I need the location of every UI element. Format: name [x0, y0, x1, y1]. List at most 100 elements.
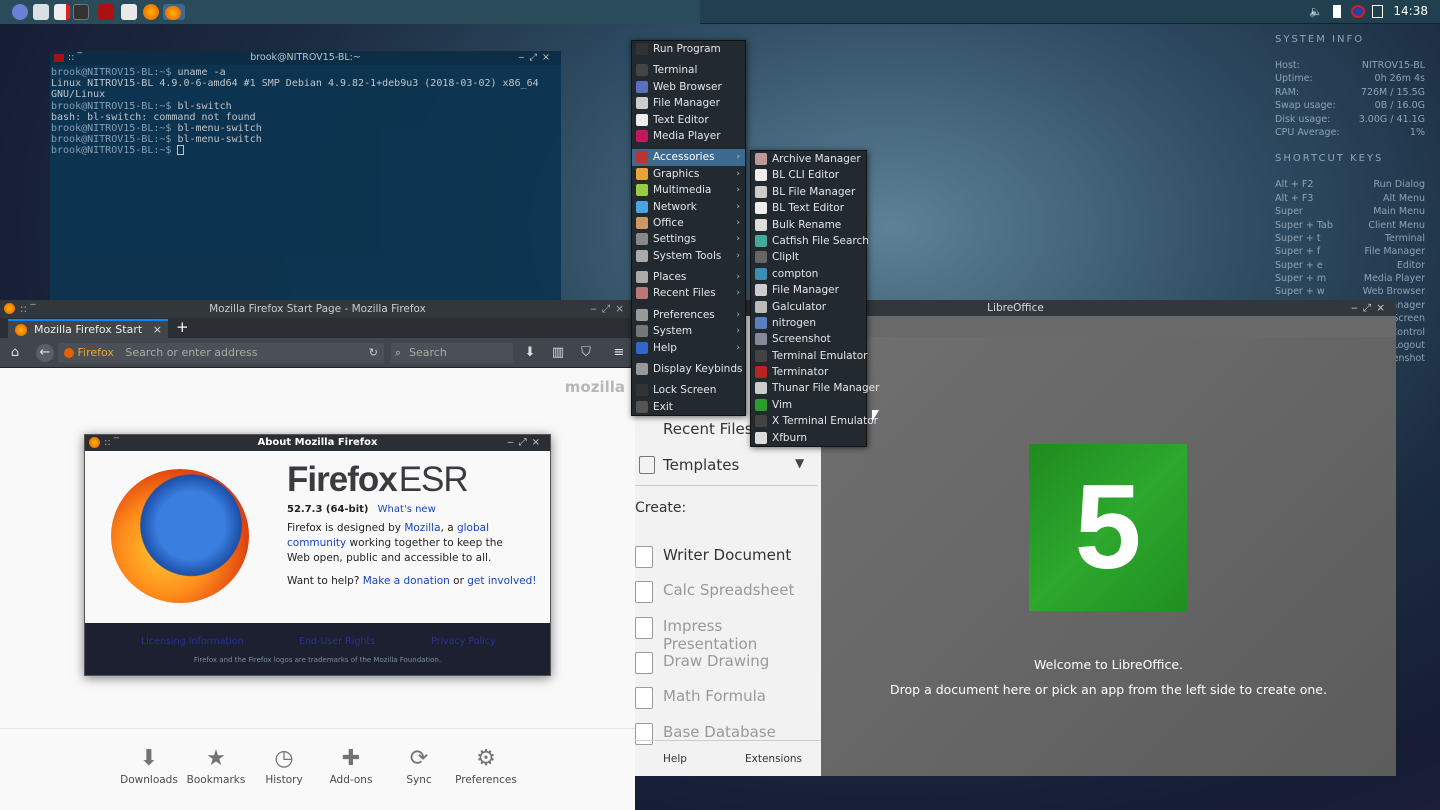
terminal-launcher-icon[interactable] — [73, 4, 89, 20]
accessories-item-bl-file-manager[interactable]: BL File Manager — [751, 184, 866, 200]
window-controls-icon[interactable]: ‒⤢× — [507, 435, 545, 451]
create-impress-presentation-button[interactable]: Impress Presentation — [663, 617, 821, 653]
accessories-item-thunar-file-manager[interactable]: Thunar File Manager — [751, 380, 879, 396]
menu-launcher-icon[interactable] — [12, 4, 28, 20]
url-bar[interactable]: Firefox Search or enter address ↻ — [58, 343, 384, 363]
accessories-item-screenshot[interactable]: Screenshot — [751, 331, 866, 347]
bottom-sync-button[interactable]: ⟳ Sync — [386, 744, 452, 786]
accessories-item-bulk-rename[interactable]: Bulk Rename — [751, 217, 866, 233]
extensions-button[interactable]: Extensions — [745, 753, 802, 765]
accessories-item-bl-cli-editor[interactable]: BL CLI Editor — [751, 167, 866, 183]
menu-item-web-browser[interactable]: Web Browser — [632, 79, 745, 95]
recent-files-button[interactable]: Recent Files — [663, 420, 753, 438]
create-writer-document-button[interactable]: Writer Document — [663, 546, 791, 564]
pocket-icon[interactable]: ⛉ — [579, 346, 593, 360]
accessories-item-x-terminal-emulator[interactable]: X Terminal Emulator — [751, 413, 878, 429]
privacy-policy-link[interactable]: Privacy Policy — [431, 636, 496, 647]
accessories-item-bl-text-editor[interactable]: BL Text Editor — [751, 200, 866, 216]
menu-item-terminal[interactable]: Terminal — [632, 62, 745, 78]
menu-item-preferences[interactable]: Preferences › — [632, 307, 745, 323]
create-math-formula-button[interactable]: Math Formula — [663, 687, 766, 705]
menu-item-network[interactable]: Network › — [632, 199, 745, 215]
close-tab-icon[interactable]: × — [153, 321, 162, 338]
tab-start-page[interactable]: Mozilla Firefox Start Page × — [8, 319, 168, 353]
create-draw-drawing-button[interactable]: Draw Drawing — [663, 652, 769, 670]
accessories-item-compton[interactable]: compton — [751, 266, 866, 282]
menu-item-run-program[interactable]: Run Program — [632, 41, 745, 57]
clipboard-icon[interactable] — [1333, 5, 1341, 18]
about-titlebar[interactable]: :: ‾ About Mozilla Firefox ‒⤢× — [85, 435, 550, 451]
bottom-history-button[interactable]: ◷ History — [251, 744, 317, 786]
terminal-window[interactable]: :: ‾ brook@NITROV15-BL:~ ‒⤢× brook@NITRO… — [50, 51, 561, 301]
window-menu-icon[interactable]: :: ‾ — [20, 300, 36, 318]
menu-item-places[interactable]: Places › — [632, 269, 745, 285]
volume-icon[interactable]: 🔈 — [1309, 5, 1323, 18]
home-icon[interactable]: ⌂ — [8, 346, 22, 360]
menu-item-recent-files[interactable]: Recent Files › — [632, 285, 745, 301]
bottom-preferences-button[interactable]: ⚙ Preferences — [453, 744, 519, 786]
accessories-item-file-manager[interactable]: File Manager — [751, 282, 866, 298]
create-calc-spreadsheet-button[interactable]: Calc Spreadsheet — [663, 581, 794, 599]
get-involved-link[interactable]: get involved! — [467, 575, 536, 587]
bottom-downloads-button[interactable]: ⬇ Downloads — [116, 744, 182, 786]
document-task-icon[interactable] — [121, 4, 137, 20]
menu-item-text-editor[interactable]: Text Editor — [632, 112, 745, 128]
network-icon[interactable] — [1351, 5, 1365, 18]
terminal-output[interactable]: brook@NITROV15-BL:~$ uname -a Linux NITRO… — [50, 65, 561, 159]
menu-item-graphics[interactable]: Graphics › — [632, 166, 745, 182]
bottom-add-ons-button[interactable]: ✚ Add-ons — [318, 744, 384, 786]
hamburger-menu-icon[interactable]: ≡ — [612, 346, 626, 360]
accessories-item-nitrogen[interactable]: nitrogen — [751, 315, 866, 331]
downloads-icon[interactable]: ⬇ — [523, 346, 537, 360]
menu-item-lock-screen[interactable]: Lock Screen — [632, 382, 745, 398]
terminal-titlebar[interactable]: :: ‾ brook@NITROV15-BL:~ ‒⤢× — [50, 51, 561, 65]
menu-item-settings[interactable]: Settings › — [632, 231, 745, 247]
accessories-item-terminal-emulator[interactable]: Terminal Emulator — [751, 348, 867, 364]
menu-item-system[interactable]: System › — [632, 323, 745, 339]
accessories-item-xfburn[interactable]: Xfburn — [751, 430, 866, 446]
menu-item-accessories[interactable]: Accessories › — [632, 149, 745, 166]
menu-item-multimedia[interactable]: Multimedia › — [632, 182, 745, 198]
menu-item-display-keybinds[interactable]: Display Keybinds › — [632, 361, 745, 377]
about-firefox-dialog[interactable]: :: ‾ About Mozilla Firefox ‒⤢× FirefoxES… — [84, 434, 551, 676]
menu-item-help[interactable]: Help › — [632, 340, 745, 356]
accessories-item-clipit[interactable]: ClipIt — [751, 249, 866, 265]
new-tab-icon[interactable]: + — [176, 318, 189, 336]
templates-dropdown-icon[interactable]: ▼ — [795, 456, 804, 470]
whats-new-link[interactable]: What's new — [378, 504, 436, 515]
licensing-link[interactable]: Licensing Information — [141, 636, 244, 647]
battery-icon[interactable] — [1372, 5, 1383, 18]
file-manager-launcher-icon[interactable] — [33, 4, 49, 20]
accessories-item-galculator[interactable]: Galculator — [751, 299, 866, 315]
templates-button[interactable]: Templates — [663, 456, 739, 474]
bottom-bookmarks-button[interactable]: ★ Bookmarks — [183, 744, 249, 786]
text-editor-launcher-icon[interactable] — [54, 4, 70, 20]
menu-item-system-tools[interactable]: System Tools › — [632, 248, 745, 264]
start-center-main[interactable]: 5 Welcome to LibreOffice. Drop a documen… — [821, 337, 1396, 776]
terminal-task-icon[interactable] — [98, 4, 114, 20]
clock[interactable]: 14:38 — [1393, 4, 1428, 18]
reload-icon[interactable]: ↻ — [369, 343, 378, 363]
library-icon[interactable]: ▥ — [551, 346, 565, 360]
mozilla-link[interactable]: Mozilla — [404, 522, 440, 534]
accessories-item-vim[interactable]: Vim — [751, 397, 866, 413]
window-controls-icon[interactable]: ‒⤢× — [590, 300, 629, 318]
accessories-item-catfish-file-search[interactable]: Catfish File Search — [751, 233, 869, 249]
donation-link[interactable]: Make a donation — [363, 575, 450, 587]
back-icon[interactable]: ← — [36, 344, 54, 362]
menu-item-exit[interactable]: Exit — [632, 399, 745, 415]
accessories-item-terminator[interactable]: Terminator — [751, 364, 866, 380]
window-controls-icon[interactable]: ‒⤢× — [1351, 300, 1390, 316]
firefox-titlebar[interactable]: :: ‾ Mozilla Firefox Start Page - Mozill… — [0, 300, 635, 318]
window-controls-icon[interactable]: ‒⤢× — [518, 51, 555, 65]
menu-item-media-player[interactable]: Media Player — [632, 128, 745, 144]
firefox-task-icon[interactable] — [143, 4, 159, 20]
search-input[interactable]: ⌕ Search — [391, 343, 513, 363]
accessories-item-archive-manager[interactable]: Archive Manager — [751, 151, 866, 167]
create-base-database-button[interactable]: Base Database — [663, 723, 776, 741]
end-user-rights-link[interactable]: End-User Rights — [299, 636, 375, 647]
window-menu-icon[interactable]: :: ‾ — [68, 51, 82, 65]
window-menu-icon[interactable]: :: ‾ — [104, 435, 119, 451]
firefox-active-task-icon[interactable] — [163, 4, 185, 20]
menu-item-office[interactable]: Office › — [632, 215, 745, 231]
